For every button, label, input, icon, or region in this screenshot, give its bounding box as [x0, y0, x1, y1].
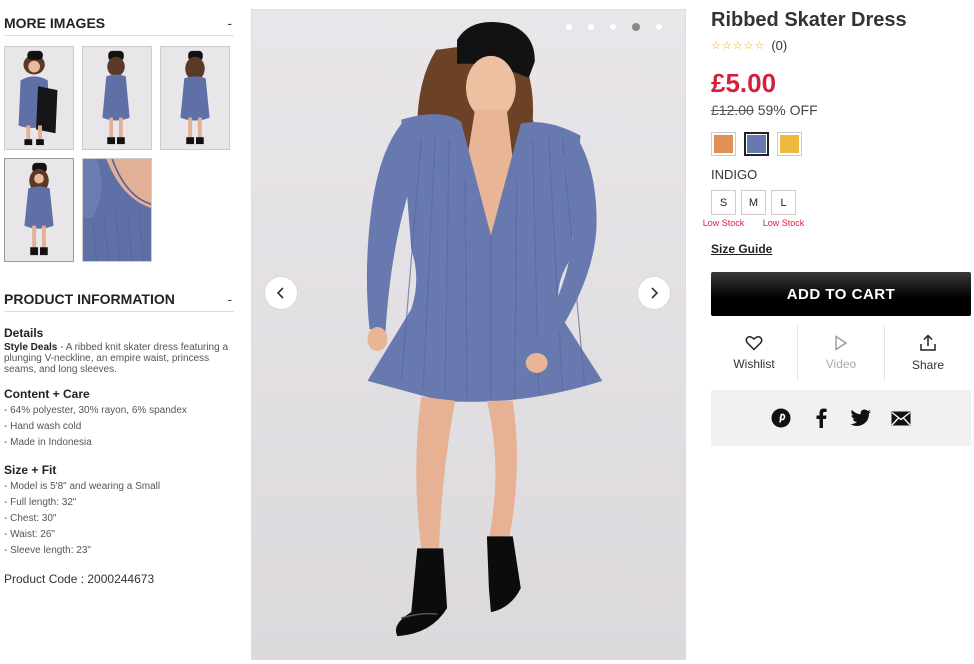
video-label: Video	[825, 357, 857, 371]
size-fit-item: - Sleeve length: 23"	[4, 545, 91, 556]
content-care-item: - Hand wash cold	[4, 421, 82, 432]
size-option: L Low Stock	[763, 190, 804, 228]
facebook-icon[interactable]	[810, 407, 832, 429]
carousel-dot[interactable]	[610, 24, 616, 30]
size-button-s[interactable]: S	[711, 190, 736, 215]
rating[interactable]: ☆☆☆☆☆ (0)	[711, 38, 971, 53]
selected-color-name: INDIGO	[711, 167, 758, 182]
model-photo	[252, 10, 685, 659]
wishlist-button[interactable]: Wishlist	[711, 325, 797, 381]
play-icon	[835, 335, 848, 351]
wishlist-label: Wishlist	[733, 357, 775, 371]
original-price: £12.00	[711, 102, 754, 118]
share-button[interactable]: Share	[884, 325, 971, 381]
video-button[interactable]: Video	[797, 325, 884, 381]
content-care-heading: Content + Care	[4, 387, 90, 401]
swatch-indigo[interactable]	[744, 132, 769, 156]
main-product-image[interactable]	[251, 9, 686, 660]
twitter-icon[interactable]	[850, 407, 872, 429]
discount-label: 59% OFF	[757, 102, 818, 118]
product-title: Ribbed Skater Dress	[711, 9, 907, 31]
thumbnail-image[interactable]	[4, 46, 74, 150]
share-label: Share	[911, 358, 945, 372]
social-share-bar	[711, 390, 971, 446]
size-fit-item: - Model is 5'8" and wearing a Small	[4, 481, 161, 492]
product-information-heading: PRODUCT INFORMATION	[4, 290, 175, 307]
product-code: Product Code : 2000244673	[4, 572, 155, 586]
style-deals-label: Style Deals	[4, 342, 58, 353]
carousel-dot[interactable]	[566, 24, 572, 30]
purchase-panel: Ribbed Skater Dress ☆☆☆☆☆ (0) £5.00 £12.…	[703, 0, 971, 446]
share-icon	[920, 334, 936, 351]
star-rating-icon: ☆☆☆☆☆	[711, 40, 766, 52]
size-fit-heading: Size + Fit	[4, 463, 57, 477]
action-bar: Wishlist Video Share	[711, 325, 971, 381]
details-text: Style Deals - A ribbed knit skater dress…	[4, 342, 234, 375]
low-stock-label: Low Stock	[762, 218, 805, 228]
size-fit-item: - Chest: 30"	[4, 513, 57, 524]
previous-image-button[interactable]	[265, 277, 297, 309]
size-selector: S Low Stock M L Low Stock	[703, 190, 971, 228]
size-guide-link[interactable]: Size Guide	[711, 242, 772, 256]
size-fit-item: - Waist: 26"	[4, 529, 55, 540]
collapse-toggle-icon[interactable]: -	[227, 15, 234, 31]
chevron-right-icon	[651, 287, 659, 299]
next-image-button[interactable]	[638, 277, 670, 309]
color-swatches	[711, 132, 971, 156]
thumbnail-image[interactable]	[82, 46, 152, 150]
add-to-cart-button[interactable]: ADD TO CART	[711, 272, 971, 316]
carousel-dot[interactable]	[588, 24, 594, 30]
size-button-l[interactable]: L	[771, 190, 796, 215]
collapse-toggle-icon[interactable]: -	[227, 291, 234, 307]
thumbnail-image[interactable]	[82, 158, 152, 262]
more-images-header[interactable]: MORE IMAGES -	[4, 10, 234, 36]
carousel-dot[interactable]	[656, 24, 662, 30]
swatch-mustard[interactable]	[777, 132, 802, 156]
sale-price: £5.00	[711, 68, 777, 98]
size-fit-item: - Full length: 32"	[4, 497, 77, 508]
swatch-orange[interactable]	[711, 132, 736, 156]
left-column: MORE IMAGES - PRODUCT INFORMATION - Deta…	[4, 0, 234, 586]
carousel-dots	[566, 23, 662, 31]
price-detail: £12.00 59% OFF	[711, 102, 971, 118]
product-information-header[interactable]: PRODUCT INFORMATION -	[4, 286, 234, 312]
heart-icon	[745, 336, 763, 351]
email-icon[interactable]	[890, 407, 912, 429]
pinterest-icon[interactable]	[770, 407, 792, 429]
chevron-left-icon	[276, 287, 284, 299]
thumbnail-grid	[4, 46, 234, 262]
review-count[interactable]: (0)	[771, 38, 787, 53]
thumbnail-image-selected[interactable]	[4, 158, 74, 262]
content-care-item: - 64% polyester, 30% rayon, 6% spandex	[4, 405, 187, 416]
carousel-dot-active[interactable]	[632, 23, 640, 31]
details-heading: Details	[4, 326, 44, 340]
low-stock-label: Low Stock	[702, 218, 745, 228]
more-images-heading: MORE IMAGES	[4, 14, 106, 31]
size-option: S Low Stock	[703, 190, 744, 228]
content-care-item: - Made in Indonesia	[4, 437, 92, 448]
thumbnail-image[interactable]	[160, 46, 230, 150]
size-button-m[interactable]: M	[741, 190, 766, 215]
